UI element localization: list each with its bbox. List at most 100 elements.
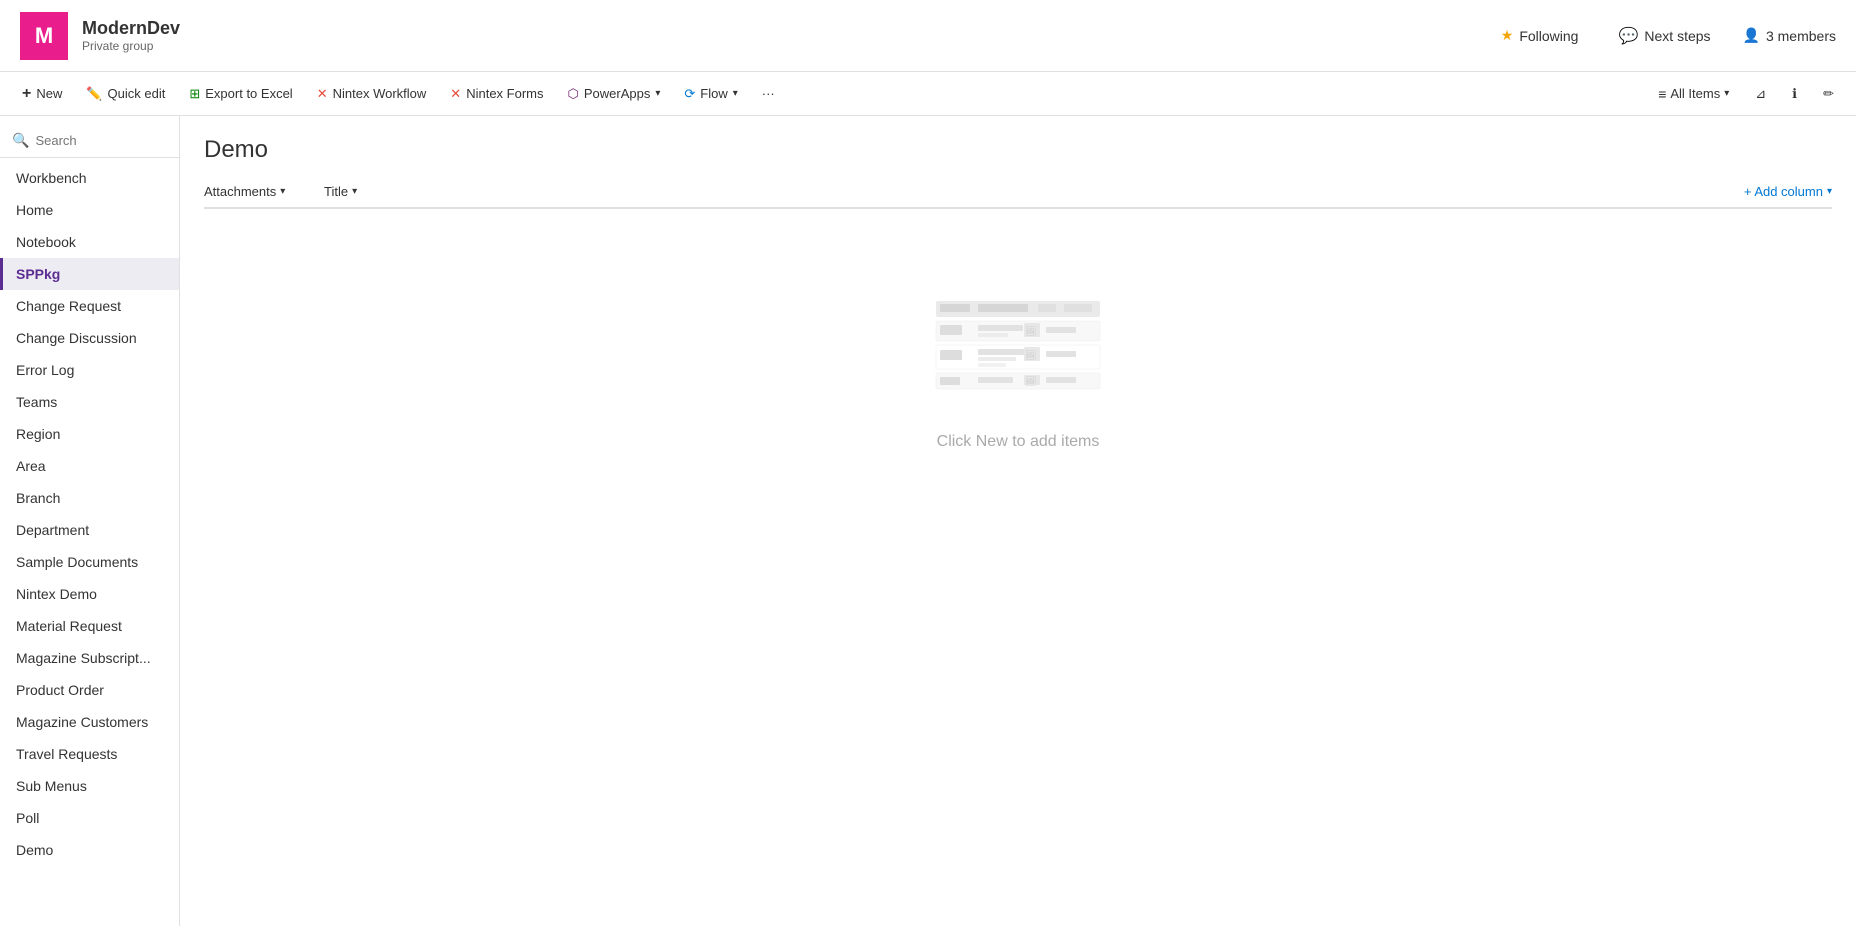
quick-edit-label: Quick edit xyxy=(108,86,166,101)
sidebar-item-workbench-label: Workbench xyxy=(16,170,87,186)
chat-icon: 💬 xyxy=(1618,26,1638,46)
sidebar-item-branch-label: Branch xyxy=(16,490,60,506)
col-attachments[interactable]: Attachments ▾ xyxy=(204,184,324,199)
flow-icon: ⟳ xyxy=(684,86,695,102)
sidebar-item-home[interactable]: Home xyxy=(0,194,179,226)
powerapps-chevron: ▾ xyxy=(655,88,660,99)
col-title[interactable]: Title ▾ xyxy=(324,184,1744,199)
sidebar-item-magazine-customers-label: Magazine Customers xyxy=(16,714,148,730)
sidebar-item-sppkg[interactable]: SPPkg xyxy=(0,258,179,290)
following-label: Following xyxy=(1519,28,1578,44)
sidebar-item-poll-label: Poll xyxy=(16,810,39,826)
col-attachments-chevron: ▾ xyxy=(280,186,285,197)
sidebar-item-notebook[interactable]: Notebook xyxy=(0,226,179,258)
sidebar-item-change-request-label: Change Request xyxy=(16,298,121,314)
all-items-label: All Items xyxy=(1670,86,1720,101)
sidebar-item-change-request[interactable]: Change Request xyxy=(0,290,179,322)
next-steps-label: Next steps xyxy=(1644,28,1710,44)
sidebar-item-region[interactable]: Region xyxy=(0,418,179,450)
sidebar-item-demo[interactable]: Demo xyxy=(0,834,179,866)
nintex-forms-label: Nintex Forms xyxy=(466,86,543,101)
flow-button[interactable]: ⟳ Flow ▾ xyxy=(674,81,747,107)
export-excel-button[interactable]: ⊞ Export to Excel xyxy=(179,81,302,107)
site-logo: M xyxy=(20,12,68,60)
filter-icon: ⊿ xyxy=(1755,86,1766,102)
sidebar-item-nintex-demo-label: Nintex Demo xyxy=(16,586,97,602)
sidebar-item-workbench[interactable]: Workbench xyxy=(0,162,179,194)
list-icon: ≡ xyxy=(1658,86,1666,102)
sidebar-item-material-request-label: Material Request xyxy=(16,618,122,634)
powerapps-button[interactable]: ⬡ PowerApps ▾ xyxy=(558,81,671,107)
info-icon: ℹ xyxy=(1792,86,1797,102)
sidebar-item-error-log-label: Error Log xyxy=(16,362,74,378)
add-column-button[interactable]: + Add column ▾ xyxy=(1744,184,1832,199)
more-button[interactable]: ··· xyxy=(752,81,785,106)
col-title-chevron: ▾ xyxy=(352,186,357,197)
export-label: Export to Excel xyxy=(205,86,292,101)
search-container: 🔍 xyxy=(0,124,179,158)
empty-illustration: 🖼 🖼 🖼 xyxy=(928,293,1108,413)
plus-icon: + xyxy=(22,85,31,103)
nintex-workflow-icon: ✕ xyxy=(317,86,328,102)
sidebar-item-area[interactable]: Area xyxy=(0,450,179,482)
sidebar-item-material-request[interactable]: Material Request xyxy=(0,610,179,642)
col-attachments-label: Attachments xyxy=(204,184,276,199)
sidebar-item-travel-requests[interactable]: Travel Requests xyxy=(0,738,179,770)
sidebar-item-sppkg-label: SPPkg xyxy=(16,266,60,282)
all-items-chevron: ▾ xyxy=(1724,88,1729,99)
excel-icon: ⊞ xyxy=(189,86,200,102)
content-area: Demo Attachments ▾ Title ▾ + Add column … xyxy=(180,116,1856,926)
new-label: New xyxy=(36,86,62,101)
sidebar-item-error-log[interactable]: Error Log xyxy=(0,354,179,386)
sidebar-item-change-discussion[interactable]: Change Discussion xyxy=(0,322,179,354)
main-layout: 🔍 Workbench Home Notebook SPPkg Change R… xyxy=(0,116,1856,926)
sidebar-item-area-label: Area xyxy=(16,458,46,474)
toolbar-right: ≡ All Items ▾ ⊿ ℹ ✏ xyxy=(1648,81,1844,107)
new-button[interactable]: + New xyxy=(12,80,72,108)
sidebar-item-magazine-subscript[interactable]: Magazine Subscript... xyxy=(0,642,179,674)
nintex-forms-button[interactable]: ✕ Nintex Forms xyxy=(440,81,553,107)
following-button[interactable]: ★ Following xyxy=(1493,21,1587,50)
svg-text:🖼: 🖼 xyxy=(1025,376,1036,386)
site-title-block: ModernDev Private group xyxy=(82,18,1493,53)
pencil-icon: ✏️ xyxy=(86,86,102,102)
sidebar-item-region-label: Region xyxy=(16,426,60,442)
powerapps-icon: ⬡ xyxy=(568,86,579,102)
person-icon: 👤 xyxy=(1743,27,1760,44)
all-items-button[interactable]: ≡ All Items ▾ xyxy=(1648,81,1739,107)
filter-button[interactable]: ⊿ xyxy=(1745,81,1776,107)
next-steps-button[interactable]: 💬 Next steps xyxy=(1610,20,1718,52)
sidebar-item-sub-menus[interactable]: Sub Menus xyxy=(0,770,179,802)
star-icon: ★ xyxy=(1501,27,1514,44)
more-icon: ··· xyxy=(762,86,775,101)
add-column-chevron: ▾ xyxy=(1827,186,1832,197)
info-button[interactable]: ℹ xyxy=(1782,81,1807,107)
sidebar-item-product-order-label: Product Order xyxy=(16,682,104,698)
sidebar-item-magazine-subscript-label: Magazine Subscript... xyxy=(16,650,151,666)
edit-view-button[interactable]: ✏ xyxy=(1813,81,1844,107)
members-info: 👤 3 members xyxy=(1743,27,1836,44)
svg-text:🖼: 🖼 xyxy=(1025,350,1036,360)
quick-edit-button[interactable]: ✏️ Quick edit xyxy=(76,81,175,107)
sidebar-item-product-order[interactable]: Product Order xyxy=(0,674,179,706)
empty-message: Click New to add items xyxy=(937,433,1100,451)
sidebar-item-nintex-demo[interactable]: Nintex Demo xyxy=(0,578,179,610)
nintex-workflow-button[interactable]: ✕ Nintex Workflow xyxy=(307,81,437,107)
sidebar-item-sub-menus-label: Sub Menus xyxy=(16,778,87,794)
sidebar-item-department[interactable]: Department xyxy=(0,514,179,546)
sidebar: 🔍 Workbench Home Notebook SPPkg Change R… xyxy=(0,116,180,926)
toolbar: + New ✏️ Quick edit ⊞ Export to Excel ✕ … xyxy=(0,72,1856,116)
nintex-forms-icon: ✕ xyxy=(450,86,461,102)
edit-icon: ✏ xyxy=(1823,86,1834,102)
sidebar-item-sample-documents[interactable]: Sample Documents xyxy=(0,546,179,578)
search-input[interactable] xyxy=(35,133,167,148)
sidebar-item-notebook-label: Notebook xyxy=(16,234,76,250)
sidebar-item-magazine-customers[interactable]: Magazine Customers xyxy=(0,706,179,738)
nintex-workflow-label: Nintex Workflow xyxy=(333,86,427,101)
sidebar-item-branch[interactable]: Branch xyxy=(0,482,179,514)
sidebar-item-home-label: Home xyxy=(16,202,53,218)
sidebar-item-poll[interactable]: Poll xyxy=(0,802,179,834)
empty-state: 🖼 🖼 🖼 Click New to add items xyxy=(204,213,1832,531)
sidebar-item-teams[interactable]: Teams xyxy=(0,386,179,418)
sidebar-item-sample-documents-label: Sample Documents xyxy=(16,554,138,570)
